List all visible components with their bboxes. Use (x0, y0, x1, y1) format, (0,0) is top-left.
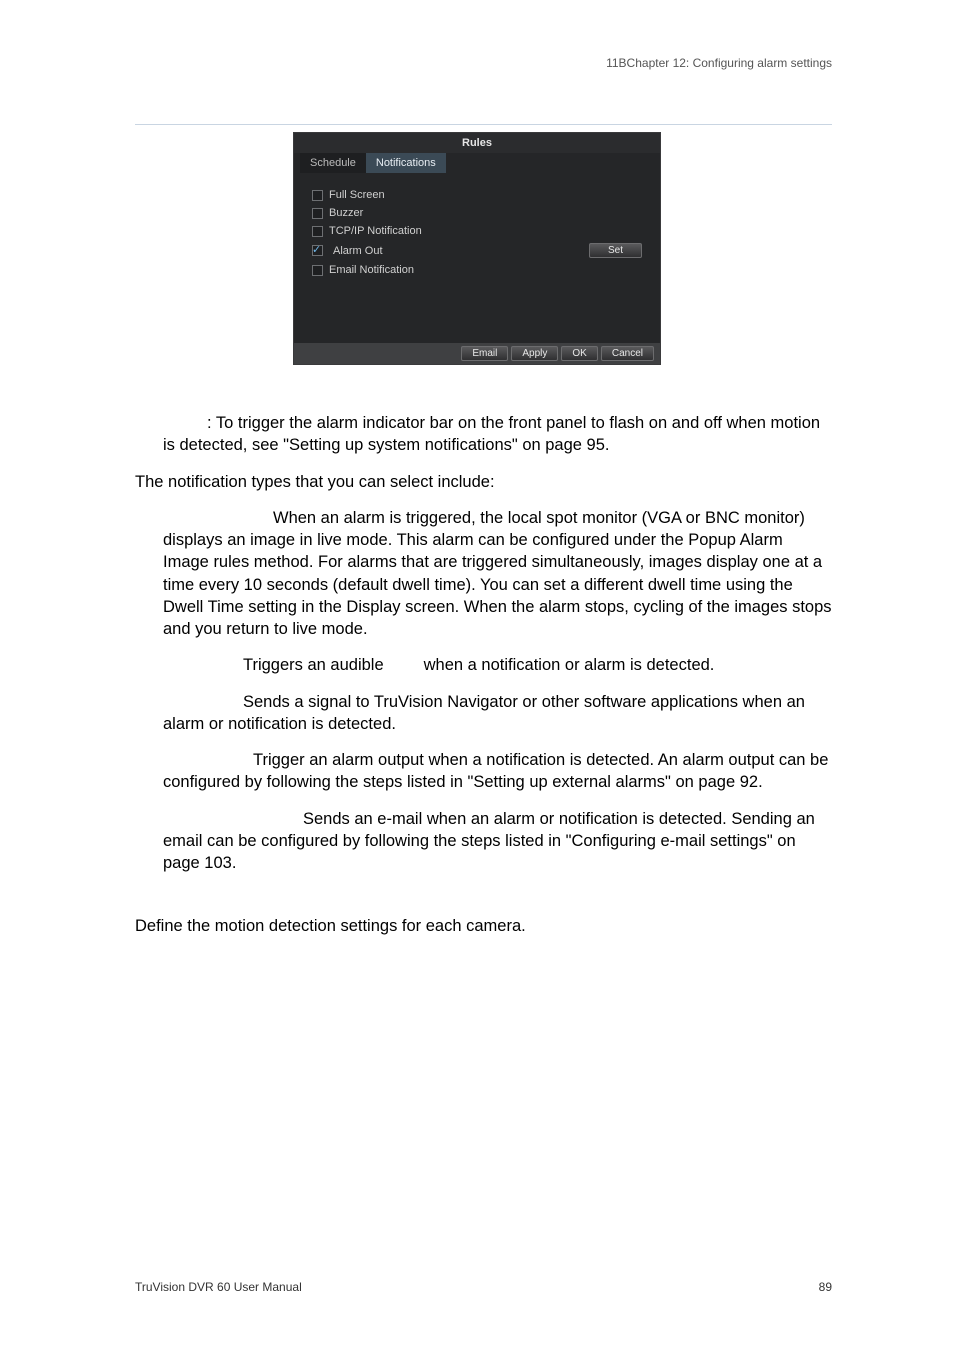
option-label: Email Notification (329, 264, 414, 276)
rules-dialog: Rules Schedule Notifications Full Screen… (293, 132, 661, 365)
option-label: TCP/IP Notification (329, 225, 422, 237)
note-text: : To trigger the alarm indicator bar on … (163, 414, 820, 454)
paragraph: Sends an e-mail when an alarm or notific… (163, 810, 815, 873)
option-label: Buzzer (329, 207, 363, 219)
option-email-notification[interactable]: Email Notification (312, 264, 642, 276)
tab-schedule[interactable]: Schedule (300, 153, 366, 173)
checkbox-icon (312, 190, 323, 201)
paragraph: Triggers an audible (243, 656, 384, 674)
cancel-button[interactable]: Cancel (601, 346, 654, 361)
dialog-title: Rules (294, 133, 660, 153)
set-button[interactable]: Set (589, 243, 642, 258)
option-label: Alarm Out (333, 245, 383, 257)
dialog-button-bar: Email Apply OK Cancel (294, 343, 660, 364)
paragraph: when a notification or alarm is detected… (424, 656, 715, 674)
page-number: 89 (819, 1280, 832, 1294)
dialog-tabs: Schedule Notifications (294, 153, 660, 173)
checkbox-icon (312, 208, 323, 219)
apply-button[interactable]: Apply (511, 346, 558, 361)
option-buzzer[interactable]: Buzzer (312, 207, 642, 219)
paragraph: Sends a signal to TruVision Navigator or… (163, 693, 805, 733)
option-label: Full Screen (329, 189, 385, 201)
checkbox-checked-icon (312, 245, 323, 256)
checkbox-icon (312, 226, 323, 237)
divider (135, 124, 832, 125)
paragraph: Trigger an alarm output when a notificat… (163, 751, 828, 791)
email-button[interactable]: Email (461, 346, 508, 361)
page-header: 11BChapter 12: Configuring alarm setting… (606, 56, 832, 70)
option-alarm-out[interactable]: Alarm Out Set (312, 243, 642, 258)
tab-notifications[interactable]: Notifications (366, 153, 446, 173)
option-full-screen[interactable]: Full Screen (312, 189, 642, 201)
paragraph: The notification types that you can sele… (135, 471, 832, 493)
ok-button[interactable]: OK (561, 346, 597, 361)
paragraph: Define the motion detection settings for… (135, 915, 832, 937)
footer-title: TruVision DVR 60 User Manual (135, 1280, 302, 1294)
checkbox-icon (312, 265, 323, 276)
body-text: XXXX: To trigger the alarm indicator bar… (135, 412, 832, 951)
option-tcpip-notification[interactable]: TCP/IP Notification (312, 225, 642, 237)
paragraph: When an alarm is triggered, the local sp… (163, 509, 832, 638)
